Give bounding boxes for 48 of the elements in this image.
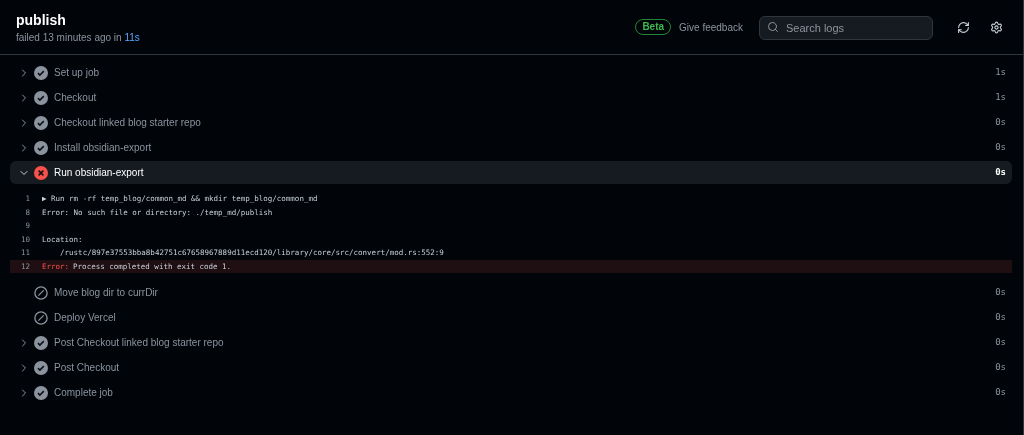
check-circle-icon bbox=[34, 335, 48, 350]
step-row[interactable]: Post Checkout 0s bbox=[10, 356, 1012, 379]
step-duration: 0s bbox=[995, 335, 1006, 349]
refresh-icon bbox=[957, 20, 970, 34]
search-field[interactable]: Search logs bbox=[759, 15, 933, 40]
step-row[interactable]: Move blog dir to currDir 0s bbox=[10, 281, 1012, 304]
search-icon bbox=[767, 20, 779, 33]
step-name: Run obsidian-export bbox=[54, 166, 144, 180]
duration-link[interactable]: 11s bbox=[124, 31, 140, 43]
step-duration: 1s bbox=[995, 65, 1006, 79]
job-title: publish bbox=[16, 10, 67, 30]
step-row[interactable]: Set up job 1s bbox=[10, 61, 1012, 84]
step-row[interactable]: Install obsidian-export 0s bbox=[10, 136, 1012, 159]
check-circle-icon bbox=[34, 115, 48, 130]
step-row[interactable]: Deploy Vercel 0s bbox=[10, 306, 1012, 329]
step-row[interactable]: Checkout linked blog starter repo 0s bbox=[10, 111, 1012, 134]
error-circle-icon bbox=[34, 165, 48, 180]
step-name: Set up job bbox=[54, 66, 100, 80]
step-duration: 0s bbox=[995, 285, 1006, 299]
check-circle-icon bbox=[34, 360, 48, 375]
step-name: Checkout bbox=[54, 91, 97, 105]
step-duration: 0s bbox=[995, 140, 1006, 154]
step-name: Checkout linked blog starter repo bbox=[54, 116, 201, 130]
check-circle-icon bbox=[34, 90, 48, 105]
step-name: Install obsidian-export bbox=[54, 141, 152, 155]
feedback-link[interactable]: Give feedback bbox=[679, 19, 743, 35]
step-row[interactable]: Complete job 0s bbox=[10, 381, 1012, 404]
step-row[interactable]: Run obsidian-export 0s bbox=[10, 161, 1012, 184]
check-circle-icon bbox=[34, 65, 48, 80]
step-name: Deploy Vercel bbox=[54, 311, 116, 325]
step-name: Post Checkout linked blog starter repo bbox=[54, 336, 224, 350]
step-duration: 0s bbox=[995, 385, 1006, 399]
skipped-circle-icon bbox=[34, 285, 48, 300]
check-circle-icon bbox=[34, 385, 48, 400]
step-row[interactable]: Post Checkout linked blog starter repo 0s bbox=[10, 331, 1012, 354]
settings-icon bbox=[990, 20, 1003, 34]
step-duration: 0s bbox=[995, 165, 1006, 179]
step-duration: 0s bbox=[995, 360, 1006, 374]
step-name: Move blog dir to currDir bbox=[54, 286, 158, 300]
step-row[interactable]: Checkout 1s bbox=[10, 86, 1012, 109]
job-status-text: failed 13 minutes ago in 11s bbox=[16, 30, 140, 45]
step-duration: 1s bbox=[995, 90, 1006, 104]
step-duration: 0s bbox=[995, 115, 1006, 129]
step-duration: 0s bbox=[995, 310, 1006, 324]
check-circle-icon bbox=[34, 140, 48, 155]
step-name: Complete job bbox=[54, 386, 113, 400]
skipped-circle-icon bbox=[34, 310, 48, 325]
step-name: Post Checkout bbox=[54, 361, 120, 375]
